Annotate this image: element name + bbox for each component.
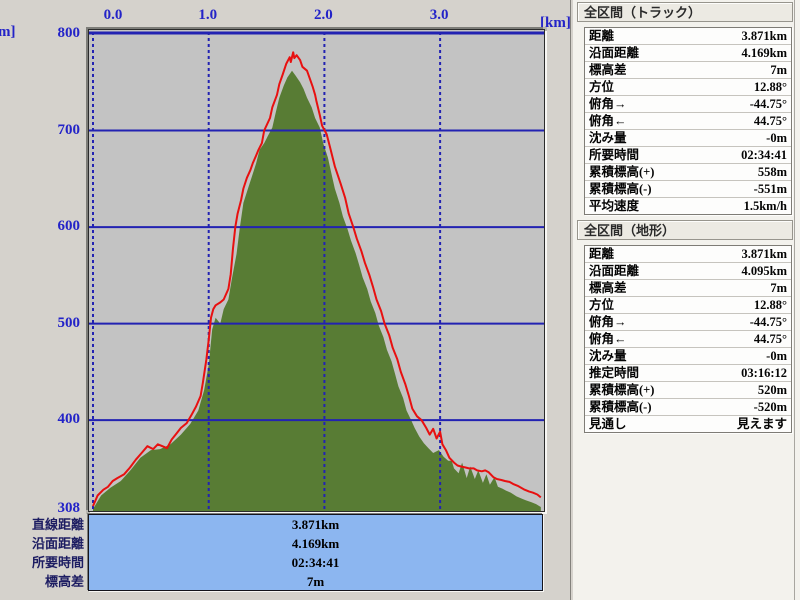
summary-label: 直線距離 bbox=[0, 515, 84, 534]
summary-value-box: 3.871km4.169km02:34:417m bbox=[88, 514, 543, 591]
terrain-section-header: 全区間（地形） bbox=[577, 220, 793, 240]
stat-row: 推定時間 03:16:12 bbox=[585, 365, 791, 382]
stat-row: 俯角← 44.75° bbox=[585, 331, 791, 348]
stat-label: 俯角← bbox=[589, 113, 627, 129]
stat-row: 俯角→ -44.75° bbox=[585, 314, 791, 331]
stat-value: 12.88° bbox=[754, 79, 787, 95]
stat-row: 見通し 見えます bbox=[585, 416, 791, 432]
summary-value: 02:34:41 bbox=[89, 553, 542, 572]
stat-value: 520m bbox=[758, 382, 787, 398]
stat-row: 距離 3.871km bbox=[585, 28, 791, 45]
stat-label: 沿面距離 bbox=[589, 45, 639, 61]
stat-label: 距離 bbox=[589, 246, 614, 262]
x-tick-label: 1.0 bbox=[186, 7, 230, 24]
stat-row: 累積標高(-) -520m bbox=[585, 399, 791, 416]
stat-value: 3.871km bbox=[742, 28, 788, 44]
track-section-header: 全区間（トラック） bbox=[577, 2, 793, 22]
terrain-stats-table: 距離 3.871km 沿面距離 4.095km 標高差 7m 方位 12.88° 俯角→ -44.… bbox=[584, 245, 792, 433]
stat-row: 沿面距離 4.095km bbox=[585, 263, 791, 280]
stat-label: 沈み量 bbox=[589, 348, 627, 364]
stat-row: 沈み量 -0m bbox=[585, 130, 791, 147]
summary-label: 沿面距離 bbox=[0, 534, 84, 553]
stat-value: 7m bbox=[770, 280, 787, 296]
stat-label: 俯角→ bbox=[589, 96, 627, 112]
x-tick-label: 0.0 bbox=[91, 7, 135, 24]
stat-row: 沿面距離 4.169km bbox=[585, 45, 791, 62]
x-tick-label: 3.0 bbox=[417, 7, 461, 24]
stat-row: 方位 12.88° bbox=[585, 297, 791, 314]
stat-label: 方位 bbox=[589, 297, 614, 313]
stat-row: 俯角← 44.75° bbox=[585, 113, 791, 130]
stat-value: -44.75° bbox=[750, 96, 787, 112]
y-tick-label: 500 bbox=[0, 315, 80, 331]
stat-row: 方位 12.88° bbox=[585, 79, 791, 96]
summary-label: 標高差 bbox=[0, 572, 84, 591]
stat-value: 4.169km bbox=[742, 45, 788, 61]
stat-value: 1.5km/h bbox=[744, 198, 787, 214]
stat-value: -551m bbox=[754, 181, 787, 197]
stat-row: 累積標高(+) 520m bbox=[585, 382, 791, 399]
stat-label: 見通し bbox=[589, 416, 627, 432]
stat-row: 累積標高(-) -551m bbox=[585, 181, 791, 198]
elevation-profile-plot[interactable] bbox=[88, 29, 545, 512]
stat-row: 累積標高(+) 558m bbox=[585, 164, 791, 181]
y-tick-label: 800 bbox=[0, 25, 80, 41]
summary-label-column: 直線距離沿面距離所要時間標高差 bbox=[0, 515, 84, 591]
stat-label: 平均速度 bbox=[589, 198, 639, 214]
summary-value: 4.169km bbox=[89, 534, 542, 553]
stat-label: 距離 bbox=[589, 28, 614, 44]
y-tick-label: 600 bbox=[0, 218, 80, 234]
x-tick-label: 2.0 bbox=[301, 7, 345, 24]
stat-value: 3.871km bbox=[742, 246, 788, 262]
stat-label: 累積標高(-) bbox=[589, 399, 652, 415]
stat-value: -44.75° bbox=[750, 314, 787, 330]
y-tick-label: 308 bbox=[0, 500, 80, 516]
stat-row: 平均速度 1.5km/h bbox=[585, 198, 791, 214]
stat-row: 沈み量 -0m bbox=[585, 348, 791, 365]
stat-value: 558m bbox=[758, 164, 787, 180]
stat-row: 俯角→ -44.75° bbox=[585, 96, 791, 113]
stat-value: 44.75° bbox=[754, 331, 787, 347]
stat-label: 所要時間 bbox=[589, 147, 639, 163]
stat-label: 累積標高(-) bbox=[589, 181, 652, 197]
y-tick-label: 400 bbox=[0, 411, 80, 427]
stat-label: 沈み量 bbox=[589, 130, 627, 146]
stat-value: 12.88° bbox=[754, 297, 787, 313]
stat-value: 4.095km bbox=[742, 263, 788, 279]
track-stats-table: 距離 3.871km 沿面距離 4.169km 標高差 7m 方位 12.88° 俯角→ -44.… bbox=[584, 27, 792, 215]
stat-value: -0m bbox=[766, 348, 787, 364]
summary-value: 7m bbox=[89, 572, 542, 591]
stat-label: 標高差 bbox=[589, 280, 627, 296]
stat-value: 44.75° bbox=[754, 113, 787, 129]
stat-label: 標高差 bbox=[589, 62, 627, 78]
stat-label: 沿面距離 bbox=[589, 263, 639, 279]
stat-row: 標高差 7m bbox=[585, 62, 791, 79]
stat-label: 俯角← bbox=[589, 331, 627, 347]
stat-row: 所要時間 02:34:41 bbox=[585, 147, 791, 164]
stat-label: 累積標高(+) bbox=[589, 382, 654, 398]
stat-value: 7m bbox=[770, 62, 787, 78]
stat-label: 累積標高(+) bbox=[589, 164, 654, 180]
panel-right-edge bbox=[794, 0, 795, 600]
y-tick-label: 700 bbox=[0, 122, 80, 138]
elevation-profile-svg bbox=[89, 30, 544, 511]
stat-label: 俯角→ bbox=[589, 314, 627, 330]
stat-label: 推定時間 bbox=[589, 365, 639, 381]
stat-value: 02:34:41 bbox=[741, 147, 787, 163]
statistics-panel: 全区間（トラック） 距離 3.871km 沿面距離 4.169km 標高差 7m 方位 12.… bbox=[573, 0, 800, 600]
stat-value: 見えます bbox=[737, 416, 787, 432]
summary-value: 3.871km bbox=[89, 515, 542, 534]
stat-value: -0m bbox=[766, 130, 787, 146]
stat-row: 距離 3.871km bbox=[585, 246, 791, 263]
summary-label: 所要時間 bbox=[0, 553, 84, 572]
stat-label: 方位 bbox=[589, 79, 614, 95]
stat-row: 標高差 7m bbox=[585, 280, 791, 297]
stat-value: -520m bbox=[754, 399, 787, 415]
elevation-profile-window: { "chart": { "y_unit": "[m]", "x_unit": … bbox=[0, 0, 800, 600]
stat-value: 03:16:12 bbox=[741, 365, 787, 381]
